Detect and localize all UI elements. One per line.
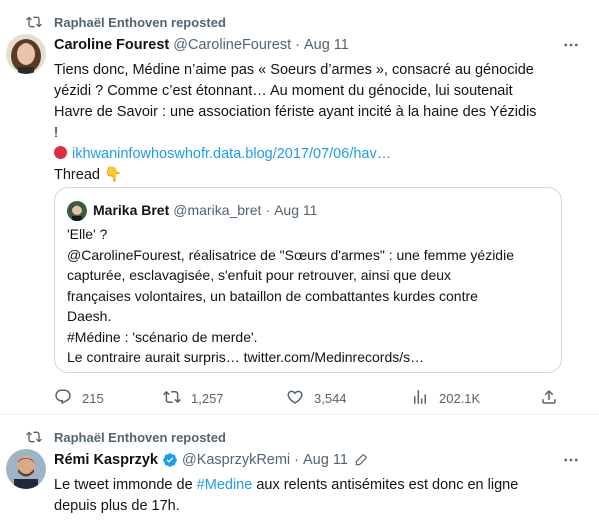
verified-badge-icon[interactable]: [162, 452, 178, 468]
author-name[interactable]: Rémi Kasprzyk: [54, 452, 158, 468]
author-name[interactable]: Caroline Fourest: [54, 37, 169, 53]
reply-count: 215: [82, 391, 104, 406]
repost-count: 1,257: [191, 391, 224, 406]
quote-text-line: #Médine : 'scénario de merde'.: [67, 328, 258, 345]
quote-header: Marika Bret @marika_bret · Aug 11: [93, 202, 317, 218]
tweet-actions: 215 1,257 3,544 202.1K: [54, 388, 574, 408]
repost-label[interactable]: Raphaël Enthoven reposted: [54, 430, 226, 445]
more-options-button[interactable]: [561, 37, 581, 57]
tweet-text: Le tweet immonde de #Medine aux relents …: [54, 475, 584, 517]
tweet-text-line: Havre de Savoir : une association férist…: [54, 104, 537, 120]
quote-text-line: capturée, esclavagisée, s'enfuit pour re…: [67, 267, 452, 283]
quote-text-line: @CarolineFourest, réalisatrice de "Sœurs…: [67, 246, 514, 263]
quote-author-handle: @marika_bret: [173, 202, 262, 218]
tweet-text-line: yézidi ? Comme c’est étonnant… Au moment…: [54, 83, 513, 99]
quote-timestamp: Aug 11: [274, 202, 318, 218]
external-link[interactable]: ikhwaninfowhoswhofr.data.blog/2017/07/06…: [72, 146, 391, 162]
tweet-text-line: Tiens donc, Médine n’aime pas « Soeurs d…: [54, 62, 534, 78]
more-icon: [562, 451, 580, 474]
avatar-remi-kasprzyk[interactable]: [6, 449, 46, 489]
avatar-caroline-fourest[interactable]: [6, 34, 46, 74]
hashtag-medine[interactable]: #Medine: [197, 477, 253, 493]
tweet-remi-kasprzyk[interactable]: Raphaël Enthoven reposted Rémi Kasprzyk …: [0, 415, 599, 523]
tweet-header: Caroline Fourest @CarolineFourest · Aug …: [54, 37, 349, 53]
tweet-header: Rémi Kasprzyk @KasprzykRemi · Aug 11: [54, 452, 368, 468]
timestamp[interactable]: Aug 11: [304, 37, 349, 53]
reply-icon: [54, 388, 82, 409]
reply-button[interactable]: 215: [54, 388, 104, 409]
views-count: 202.1K: [439, 391, 481, 406]
more-options-button[interactable]: [561, 452, 581, 472]
quoted-tweet[interactable]: Marika Bret @marika_bret · Aug 11 'Elle'…: [54, 187, 562, 373]
repost-button[interactable]: 1,257: [163, 388, 224, 409]
repost-label[interactable]: Raphaël Enthoven reposted: [54, 15, 226, 30]
like-count: 3,544: [314, 391, 347, 406]
more-icon: [562, 36, 580, 59]
tweet-caroline-fourest[interactable]: Raphaël Enthoven reposted Caroline Foure…: [0, 0, 599, 415]
repost-icon: [26, 429, 42, 445]
quote-text-line: Daesh.: [67, 308, 112, 324]
text-suffix: aux relents antisémites est donc en lign…: [252, 477, 519, 493]
share-icon: [540, 388, 568, 409]
text-prefix: Le tweet immonde de: [54, 477, 197, 493]
like-button[interactable]: 3,544: [286, 388, 347, 409]
timestamp[interactable]: Aug 11: [303, 452, 348, 468]
quote-text-line: 'Elle' ?: [67, 226, 108, 242]
thread-label[interactable]: Thread 👇: [54, 165, 584, 186]
views-button[interactable]: 202.1K: [411, 388, 480, 409]
tweet-text-line: depuis plus de 17h.: [54, 498, 180, 514]
repost-icon: [163, 388, 191, 409]
repost-indicator: Raphaël Enthoven reposted: [26, 429, 226, 445]
tweet-text: Tiens donc, Médine n’aime pas « Soeurs d…: [54, 60, 584, 186]
share-button[interactable]: [540, 388, 568, 409]
repost-icon: [26, 14, 42, 30]
heart-icon: [286, 388, 314, 409]
tweet-text-line: !: [54, 125, 59, 141]
quote-author-name: Marika Bret: [93, 202, 170, 218]
link-line: ikhwaninfowhoswhofr.data.blog/2017/07/06…: [54, 144, 584, 165]
red-circle-icon: [54, 146, 67, 159]
author-handle[interactable]: @KasprzykRemi: [182, 452, 290, 468]
quote-text-line: Le contraire aurait surpris… twitter.com…: [67, 349, 425, 365]
repost-indicator: Raphaël Enthoven reposted: [26, 14, 226, 30]
separator-dot: ·: [295, 37, 300, 53]
quote-text-line: françaises volontaires, un bataillon de …: [67, 287, 478, 304]
separator-dot: ·: [265, 202, 271, 218]
quote-text: 'Elle' ? @CarolineFourest, réalisatrice …: [67, 224, 557, 368]
views-icon: [411, 388, 439, 409]
tweet-text-line: Le tweet immonde de #Medine aux relents …: [54, 475, 584, 496]
separator-dot: ·: [294, 452, 299, 468]
edited-pencil-icon[interactable]: [354, 453, 368, 467]
avatar-marika-bret[interactable]: [67, 201, 87, 221]
author-handle[interactable]: @CarolineFourest: [173, 37, 291, 53]
